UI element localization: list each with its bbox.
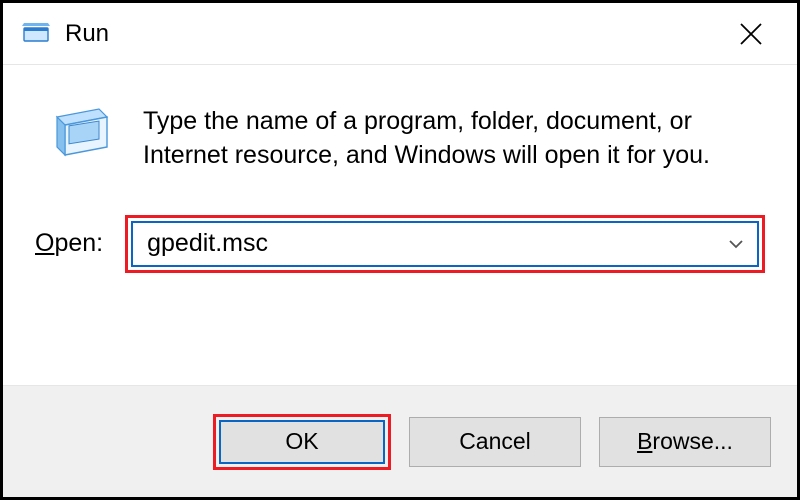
chevron-down-icon	[726, 234, 746, 254]
run-app-icon	[21, 19, 51, 49]
window-title: Run	[65, 20, 109, 48]
close-button[interactable]	[727, 10, 775, 58]
titlebar: Run	[3, 3, 797, 65]
ok-button[interactable]: OK	[219, 420, 385, 464]
open-input[interactable]	[133, 223, 715, 265]
close-icon	[738, 21, 764, 47]
cancel-button[interactable]: Cancel	[409, 417, 581, 467]
ok-button-highlight: OK	[213, 414, 391, 470]
run-dialog-icon	[49, 105, 115, 165]
browse-button[interactable]: Browse...	[599, 417, 771, 467]
open-combobox[interactable]	[131, 221, 759, 267]
open-field-highlight	[125, 215, 765, 273]
dialog-body: Type the name of a program, folder, docu…	[3, 65, 797, 301]
dropdown-toggle[interactable]	[715, 223, 757, 265]
open-label: Open:	[35, 229, 103, 258]
dialog-footer: OK Cancel Browse...	[3, 385, 797, 497]
description-text: Type the name of a program, folder, docu…	[143, 105, 743, 173]
